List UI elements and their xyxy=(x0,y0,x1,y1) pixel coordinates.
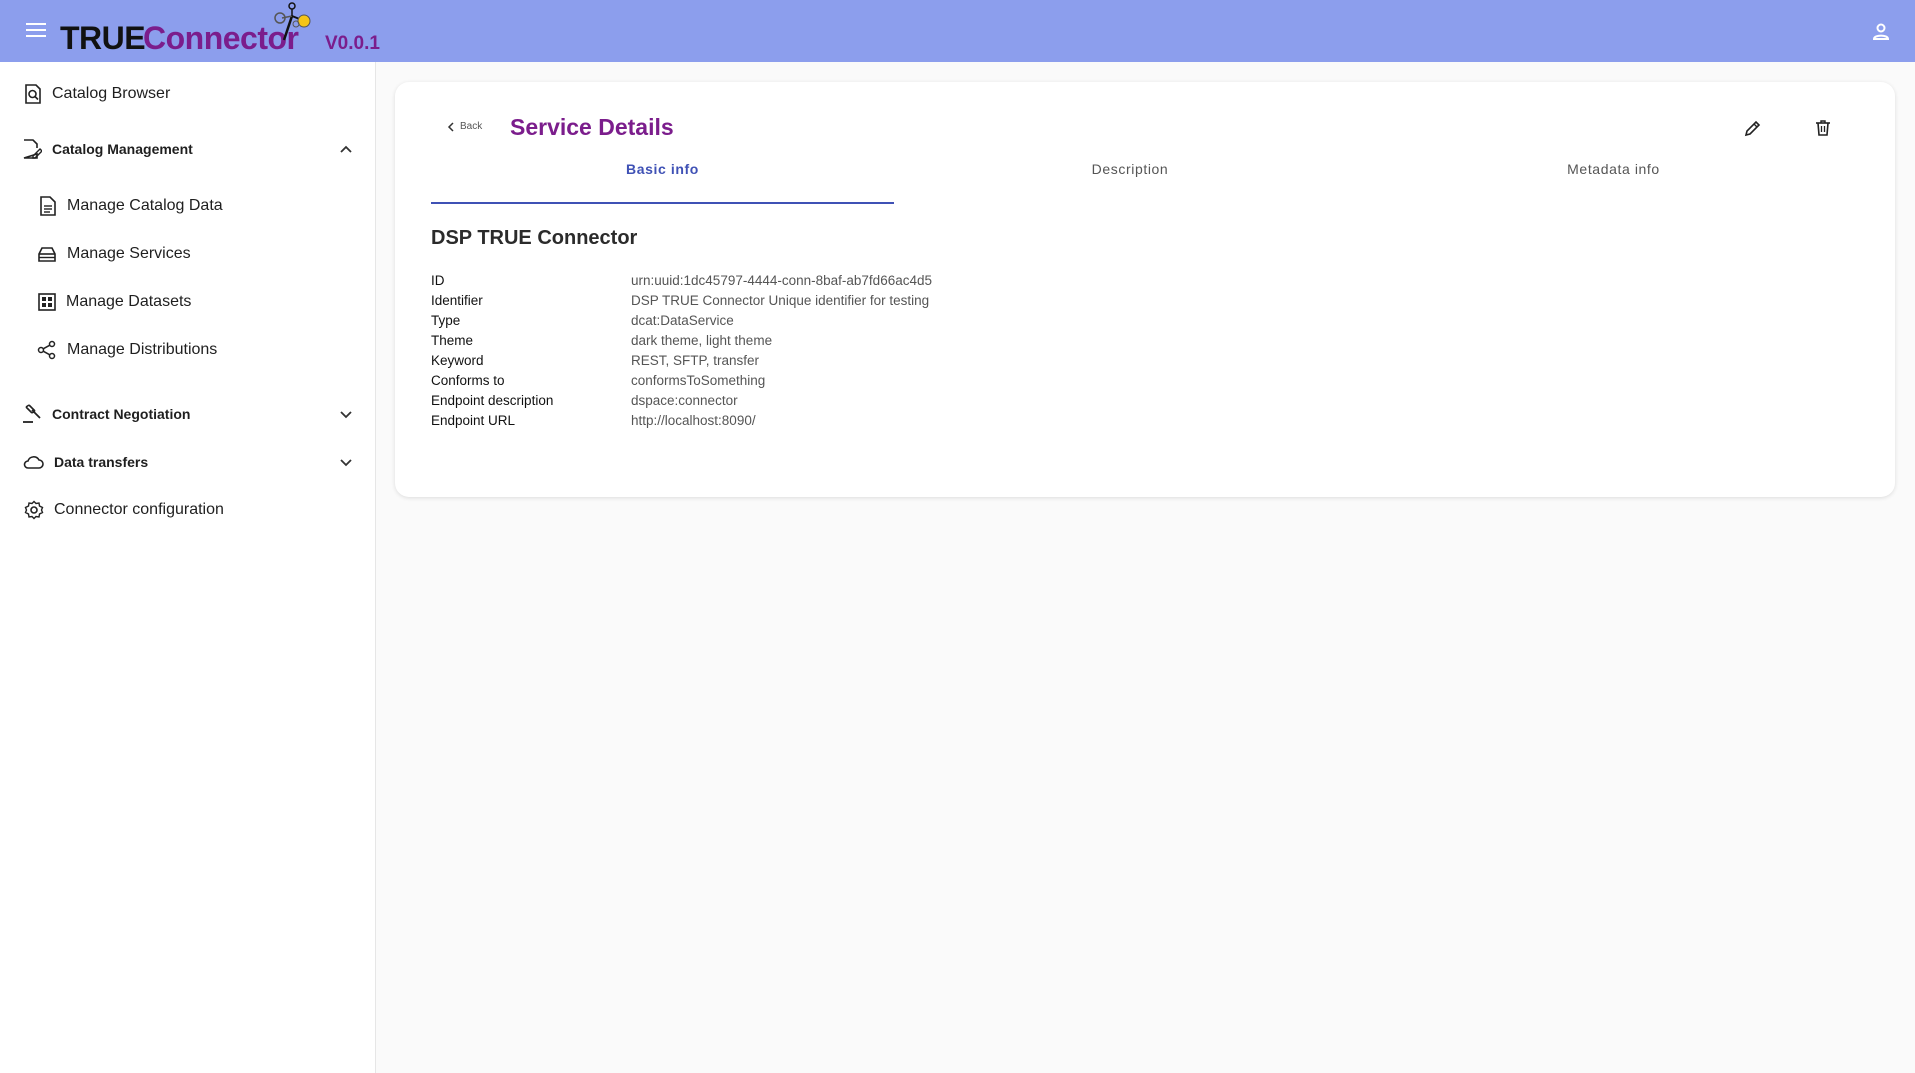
chevron-up-icon[interactable] xyxy=(339,142,353,156)
back-button[interactable]: Back xyxy=(447,121,482,132)
detail-row-identifier: Identifier DSP TRUE Connector Unique ide… xyxy=(431,291,932,311)
page-title: Service Details xyxy=(510,114,674,140)
chevron-down-icon[interactable] xyxy=(339,456,353,470)
detail-row-theme: Theme dark theme, light theme xyxy=(431,331,932,351)
sidebar-item-manage-distributions[interactable]: Manage Distributions xyxy=(37,340,217,360)
sidebar-group-label: Catalog Management xyxy=(52,141,193,157)
detail-label: Type xyxy=(431,313,461,328)
service-details-card: Back Service Details Basic info Descript… xyxy=(395,82,1895,497)
grid-icon xyxy=(38,293,56,311)
chevron-left-icon xyxy=(447,121,454,132)
detail-value: DSP TRUE Connector Unique identifier for… xyxy=(631,293,930,308)
sidebar-item-manage-catalog-data[interactable]: Manage Catalog Data xyxy=(39,196,223,216)
detail-label: Identifier xyxy=(431,293,483,308)
sidebar-group-data-transfers[interactable]: Data transfers xyxy=(22,452,148,472)
catalog-search-icon xyxy=(25,84,41,104)
sidebar-group-label: Contract Negotiation xyxy=(52,406,191,422)
inbox-tray-icon xyxy=(38,247,56,262)
sidebar-nav: Catalog Browser Catalog Management Manag… xyxy=(0,62,376,1073)
detail-label: Endpoint URL xyxy=(431,413,516,428)
detail-value: http://localhost:8090/ xyxy=(631,413,756,428)
logo-molecule-icon xyxy=(274,2,311,41)
service-title: DSP TRUE Connector xyxy=(431,227,638,249)
sidebar-group-catalog-management[interactable]: Catalog Management xyxy=(22,139,193,159)
edit-document-icon xyxy=(23,139,42,159)
sidebar-item-manage-datasets[interactable]: Manage Datasets xyxy=(38,292,191,312)
sidebar-group-label: Data transfers xyxy=(54,454,149,470)
sidebar-item-manage-services[interactable]: Manage Services xyxy=(37,244,191,264)
account-icon[interactable] xyxy=(1869,20,1893,44)
delete-trash-icon[interactable] xyxy=(1813,118,1833,138)
detail-value: dark theme, light theme xyxy=(631,333,773,348)
detail-value: dcat:DataService xyxy=(631,313,734,328)
sidebar-item-label: Manage Services xyxy=(67,245,191,262)
sidebar-item-label: Manage Datasets xyxy=(66,293,192,310)
sidebar-item-label: Manage Catalog Data xyxy=(67,197,223,214)
chevron-down-icon[interactable] xyxy=(339,408,353,422)
settings-gear-icon xyxy=(24,500,44,520)
detail-label: Keyword xyxy=(431,353,484,368)
detail-value: REST, SFTP, transfer xyxy=(631,353,760,368)
detail-label: Theme xyxy=(431,333,474,348)
sidebar-group-contract-negotiation[interactable]: Contract Negotiation xyxy=(22,404,190,424)
detail-row-keyword: Keyword REST, SFTP, transfer xyxy=(431,351,932,371)
detail-row-endpoint-description: Endpoint description dspace:connector xyxy=(431,391,932,411)
back-label: Back xyxy=(460,121,483,132)
service-details-list: ID urn:uuid:1dc45797-4444-conn-8baf-ab7f… xyxy=(431,271,932,431)
tab-description[interactable]: Description xyxy=(894,158,1366,204)
gavel-icon xyxy=(23,404,41,423)
detail-value: urn:uuid:1dc45797-4444-conn-8baf-ab7fd66… xyxy=(631,273,932,288)
detail-tabs: Basic info Description Metadata info xyxy=(431,158,1861,204)
cloud-icon xyxy=(23,456,44,469)
sidebar-item-connector-configuration[interactable]: Connector configuration xyxy=(24,500,224,520)
detail-label: Conforms to xyxy=(431,373,505,388)
top-app-bar: TRUE Connector V0.0.1 xyxy=(0,0,1915,62)
logo-text-true: TRUE xyxy=(60,20,146,56)
sidebar-item-label: Manage Distributions xyxy=(67,341,218,358)
detail-label: Endpoint description xyxy=(431,393,554,408)
detail-label: ID xyxy=(431,273,445,288)
hamburger-menu-icon[interactable] xyxy=(22,19,50,43)
detail-row-id: ID urn:uuid:1dc45797-4444-conn-8baf-ab7f… xyxy=(431,271,932,291)
sidebar-item-catalog-browser[interactable]: Catalog Browser xyxy=(24,84,170,104)
app-version: V0.0.1 xyxy=(325,33,380,54)
sidebar-item-label: Catalog Browser xyxy=(52,85,171,102)
detail-row-endpoint-url: Endpoint URL http://localhost:8090/ xyxy=(431,411,932,431)
tab-metadata-info[interactable]: Metadata info xyxy=(1366,158,1861,204)
detail-row-conforms-to: Conforms to conformsToSomething xyxy=(431,371,932,391)
detail-value: conformsToSomething xyxy=(631,373,766,388)
sidebar-item-label: Connector configuration xyxy=(54,501,224,518)
tab-basic-info[interactable]: Basic info xyxy=(431,158,894,204)
edit-pencil-icon[interactable] xyxy=(1743,118,1763,138)
document-icon xyxy=(40,196,56,216)
detail-value: dspace:connector xyxy=(631,393,738,408)
detail-row-type: Type dcat:DataService xyxy=(431,311,932,331)
share-icon xyxy=(37,340,56,360)
